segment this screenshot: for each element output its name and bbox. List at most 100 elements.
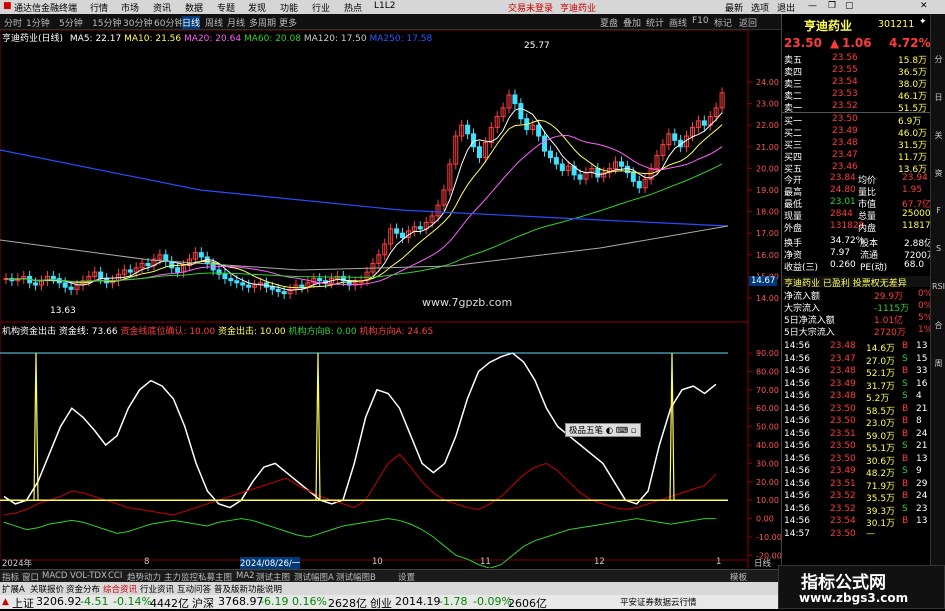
period-multi[interactable]: 多周期 — [249, 16, 276, 29]
candle-body — [618, 161, 624, 167]
tick-row: 14:56 23.51 59.0万 B 24 — [782, 428, 931, 442]
tick-row-cell: B — [902, 341, 909, 351]
sidebar-tab[interactable]: RSI — [932, 282, 945, 291]
menu-topic[interactable]: 专题 — [217, 1, 235, 14]
sidebar-tab[interactable]: S — [932, 244, 945, 253]
tool-draw[interactable]: 画线 — [669, 16, 687, 29]
fund-attack-spike — [33, 352, 39, 501]
title-bar: ■ 通达信金融终端 行情 市场 资讯 数据 专题 发现 功能 行业 热点 L1L… — [0, 0, 945, 14]
sidebar-tab[interactable]: 关 — [932, 130, 945, 141]
current-stock-link[interactable]: 亨迪药业 — [560, 1, 596, 14]
period-15min[interactable]: 15分钟 — [92, 16, 121, 29]
menu-l1l2[interactable]: L1L2 — [374, 1, 395, 11]
chart-area[interactable]: 24.00 23.00 22.00 21.00 20.00 19.00 18.00 17.00… — [0, 30, 781, 569]
tick-row-cell: 15 — [916, 353, 928, 364]
info-news[interactable]: 综合资讯 — [103, 583, 137, 595]
info-qa[interactable]: 互动问答 — [177, 583, 211, 595]
stat2-row: 净资 7.97 流通 7200万 — [782, 248, 936, 261]
sidebar-tab[interactable]: F — [932, 206, 945, 215]
sz-change: -6.19 — [260, 595, 289, 608]
menu-options[interactable]: 选项 — [751, 1, 769, 14]
period-1min[interactable]: 1分钟 — [26, 16, 50, 29]
menu-industry[interactable]: 行业 — [312, 1, 330, 14]
info-related[interactable]: 关联报价 — [30, 583, 64, 595]
tool-overlay[interactable]: 叠加 — [623, 16, 641, 29]
candle-body — [222, 273, 228, 280]
menu-market[interactable]: 市场 — [121, 1, 139, 14]
tick-row-cell: 4 — [916, 391, 922, 401]
info-new-features[interactable]: 普及版新功能说明 — [214, 583, 282, 595]
tool-mark[interactable]: 标记 — [714, 16, 732, 29]
sidebar-tab[interactable]: 合 — [932, 320, 945, 331]
period-daily[interactable]: 日线 — [182, 16, 201, 29]
period-monthly[interactable]: 月线 — [227, 16, 245, 29]
stat-row-cell: 23.84 — [830, 173, 856, 183]
ind-tick-label: 70.00 — [756, 386, 779, 395]
indicator-tab[interactable]: VOL-TDX — [70, 571, 107, 581]
menu-hq[interactable]: 行情 — [90, 1, 108, 14]
menu-news[interactable]: 资讯 — [153, 1, 171, 14]
bid-row: 买五 23.46 13.6万 — [782, 162, 931, 175]
indicator-tab[interactable]: MACD — [42, 571, 67, 581]
tick-row-cell: 14:56 — [784, 503, 810, 514]
indicator-legend: 机构资金出击 资金线: 73.66 资金线底位确认: 10.00 资金出击: 1… — [2, 324, 433, 337]
indicator-l4: 机构方向B: 0.00 — [288, 327, 357, 337]
sidebar-tab[interactable]: 资 — [932, 168, 945, 179]
menu-exit[interactable]: 退出 — [777, 1, 795, 14]
period-60min[interactable]: 60分钟 — [154, 16, 183, 29]
stat-row-cell: 23.94 — [902, 173, 928, 183]
menu-function[interactable]: 功能 — [280, 1, 298, 14]
tool-back[interactable]: 返回 — [739, 16, 757, 29]
tool-stats[interactable]: 统计 — [646, 16, 664, 29]
menu-data[interactable]: 数据 — [185, 1, 203, 14]
candle-body — [536, 124, 542, 137]
tick-row-cell: 23.48 — [830, 366, 856, 376]
info-industry-news[interactable]: 行业资讯 — [140, 583, 174, 595]
menu-hot[interactable]: 热点 — [344, 1, 362, 14]
sidebar-tab[interactable]: 日 — [932, 92, 945, 103]
close-icon[interactable]: ✕ — [920, 1, 928, 11]
indicator-tab[interactable]: MA2 — [236, 571, 255, 581]
sidebar-tab[interactable]: 周 — [932, 358, 945, 369]
tick-row-cell: S — [902, 391, 908, 401]
ma-legend: 亨迪药业(日线) MA5: 22.17 MA10: 21.56 MA20: 20… — [2, 31, 432, 44]
tick-row: 14:56 23.48 5.2万 S 4 — [782, 391, 931, 404]
tick-row: 14:56 23.49 31.7万 S 16 — [782, 379, 931, 392]
candle-body — [281, 291, 287, 295]
indicator-tab[interactable]: CCI — [108, 571, 122, 581]
menu-discover[interactable]: 发现 — [248, 1, 266, 14]
minimize-icon[interactable]: — — [808, 1, 817, 11]
cy-change: -1.78 — [439, 595, 468, 608]
period-5min[interactable]: 5分钟 — [59, 16, 83, 29]
tick-row-cell: 55.1万 — [866, 444, 896, 454]
period-fenshi[interactable]: 分时 — [4, 16, 22, 29]
status-up-icon: ▲ — [2, 597, 9, 607]
quote-panel: 亨迪药业 301211 ✦ 23.50 ▲ 1.06 4.72% 卖五 23.56… — [781, 14, 936, 568]
trade-login-link[interactable]: 交易未登录 — [508, 1, 553, 14]
restore-icon[interactable]: ❐ — [828, 1, 836, 11]
tick-row-cell: 24 — [916, 428, 928, 439]
tool-xiapan[interactable]: 夏盘 — [600, 16, 618, 29]
tick-row-cell: B — [902, 403, 909, 414]
tick-row-cell: 59.0万 — [866, 431, 896, 442]
tool-f10[interactable]: F10 — [692, 16, 709, 26]
price-tick-label: 20.00 — [756, 164, 779, 173]
ma250-value: MA250: 17.58 — [369, 34, 433, 44]
period-more[interactable]: 更多 — [279, 16, 297, 29]
stat-row: 最低 23.01 市值 67.7亿 — [782, 197, 931, 210]
info-ext[interactable]: 扩展A — [2, 583, 25, 595]
ime-popup[interactable]: 极品五笔 ◐ ⌨ ▫ — [565, 423, 641, 437]
bid-row-cell: 23.46 — [832, 162, 858, 172]
sidebar-tab[interactable]: 分 — [932, 54, 945, 65]
period-30min[interactable]: 30分钟 — [123, 16, 152, 29]
info-fund[interactable]: 资金分布 — [66, 583, 100, 595]
ma20-value: MA20: 20.64 — [184, 34, 242, 44]
candle-body — [269, 286, 275, 290]
info-icon[interactable]: ✦ — [919, 17, 927, 27]
tick-row-cell: 13 — [916, 341, 928, 351]
maximize-icon[interactable]: ▢ — [845, 1, 854, 11]
tick-row: 14:57 23.50 — — [782, 529, 931, 540]
menu-latest[interactable]: 最新 — [725, 1, 743, 14]
period-weekly[interactable]: 周线 — [205, 16, 223, 29]
price-tick-label: 14.00 — [756, 294, 779, 303]
